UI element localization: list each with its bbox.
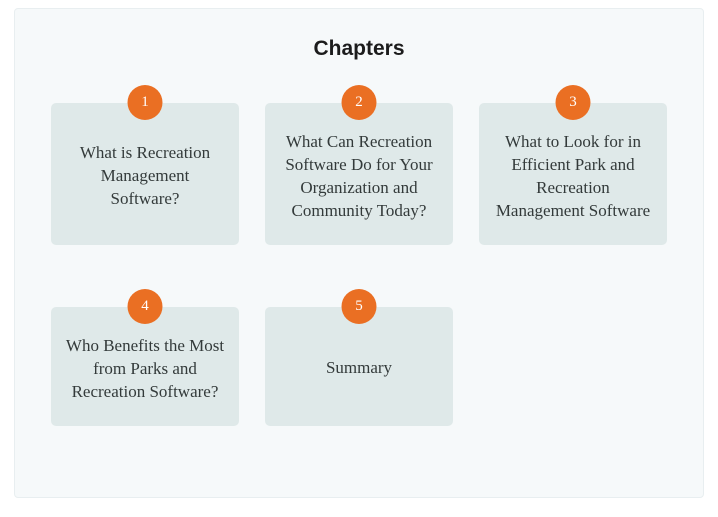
chapters-grid: 1 What is Recreation Management Software… bbox=[51, 103, 667, 426]
chapter-title: What to Look for in Efficient Park and R… bbox=[493, 131, 653, 223]
chapter-title: What Can Recreation Software Do for Your… bbox=[279, 131, 439, 223]
chapter-number-badge: 3 bbox=[556, 85, 591, 120]
chapters-panel: Chapters 1 What is Recreation Management… bbox=[14, 8, 704, 498]
chapter-card-5[interactable]: 5 Summary bbox=[265, 307, 453, 426]
chapter-title: Summary bbox=[326, 357, 392, 380]
chapters-heading: Chapters bbox=[51, 37, 667, 61]
chapter-card-1[interactable]: 1 What is Recreation Management Software… bbox=[51, 103, 239, 245]
chapter-number-badge: 1 bbox=[128, 85, 163, 120]
chapter-title: What is Recreation Management Software? bbox=[65, 142, 225, 211]
chapter-number-badge: 5 bbox=[342, 289, 377, 324]
chapter-card-3[interactable]: 3 What to Look for in Efficient Park and… bbox=[479, 103, 667, 245]
chapter-title: Who Benefits the Most from Parks and Rec… bbox=[65, 335, 225, 404]
chapter-card-2[interactable]: 2 What Can Recreation Software Do for Yo… bbox=[265, 103, 453, 245]
chapter-number-badge: 4 bbox=[128, 289, 163, 324]
chapter-number-badge: 2 bbox=[342, 85, 377, 120]
chapter-card-4[interactable]: 4 Who Benefits the Most from Parks and R… bbox=[51, 307, 239, 426]
